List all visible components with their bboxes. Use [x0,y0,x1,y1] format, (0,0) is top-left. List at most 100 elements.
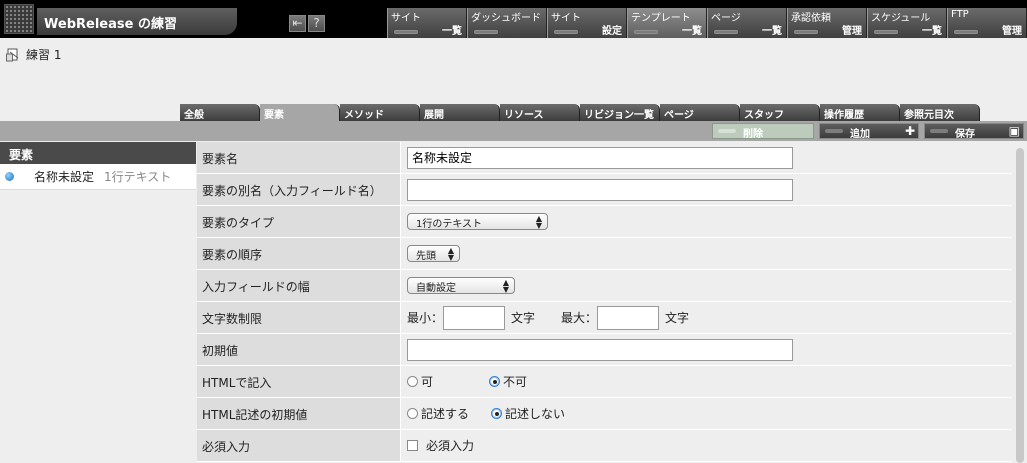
tab-deploy[interactable]: 展開 [420,104,500,121]
nav-label-bottom: 一覧 [922,26,942,37]
template-doc-icon [6,48,19,61]
save-button[interactable]: 保存 ▣ [924,123,1024,140]
nav-ftp[interactable]: FTP 管理 [947,8,1027,38]
element-alias-input[interactable] [407,178,793,201]
element-type: 1行テキスト [104,170,172,184]
form-row-name: 要素名 [197,142,1012,174]
form-row-order: 要素の順序 先頭 ▲ ▼ [197,238,1012,270]
radio-label: 記述する [421,407,470,421]
button-indicator [718,129,736,133]
list-item[interactable]: 名称未設定 1行テキスト [0,164,196,190]
app-title: WebRelease の練習 [44,17,177,32]
html-default-off-radio[interactable] [491,408,503,419]
delete-label: 削除 [743,129,763,140]
tab-staff[interactable]: スタッフ [740,104,820,121]
nav-label-top: サイト [551,13,581,24]
html-allowed-radio[interactable] [407,376,418,387]
floppy-disk-icon: ▣ [1008,124,1020,138]
field-label: 要素のタイプ [197,206,401,237]
nav-indicator [954,30,978,34]
radio-label: 記述しない [505,407,566,421]
nav-label-bottom: 管理 [1002,26,1022,37]
app-logo-icon[interactable] [4,4,34,34]
form-row-type: 要素のタイプ 1行のテキスト ▲ ▼ [197,206,1012,238]
required-checkbox[interactable] [407,440,418,451]
nav-indicator [874,30,898,34]
nav-approval[interactable]: 承認依頼 管理 [787,8,867,38]
tab-resources[interactable]: リソース [500,104,580,121]
scrollbar-thumb[interactable] [1016,148,1024,463]
nav-site-list[interactable]: サイト 一覧 [387,8,467,38]
delete-button[interactable]: 削除 [712,123,814,140]
help-icon[interactable]: ? [308,15,325,32]
tab-history[interactable]: 操作履歴 [820,104,900,121]
main-nav: サイト 一覧 ダッシュボード サイト 設定 テンプレート 一覧 ページ 一覧 承認依頼管… [387,8,1027,38]
breadcrumb-label[interactable]: 練習 1 [26,46,61,63]
button-indicator [825,129,843,133]
element-name: 名称未設定 [34,170,95,184]
nav-label-top: ダッシュボード [471,13,541,24]
tab-general[interactable]: 全般 [180,104,260,121]
nav-indicator [714,30,738,34]
nav-label-bottom: 一覧 [442,26,462,37]
app-title-box: WebRelease の練習 [37,8,237,35]
max-label: 最大： [561,311,598,325]
form-row-required: 必須入力 必須入力 [197,430,1012,462]
radio-label: 可 [421,375,434,389]
tab-pages[interactable]: ページ [660,104,740,121]
element-type-select[interactable]: 1行のテキスト ▲ ▼ [407,213,548,230]
add-label: 追加 [850,129,870,140]
field-label: 入力フィールドの幅 [197,270,401,301]
exit-icon[interactable]: ⇤ [289,15,306,32]
tab-references[interactable]: 参照元目次 [900,104,980,121]
element-list-heading: 要素 [0,142,196,164]
field-width-select[interactable]: 自動設定 ▲ ▼ [407,277,515,294]
select-value: 1行のテキスト [416,219,483,230]
vertical-scrollbar[interactable] [1013,142,1027,463]
select-arrows-icon: ▲ ▼ [535,214,542,230]
nav-indicator [474,30,498,34]
min-label: 最小： [407,311,444,325]
element-name-input[interactable] [407,146,793,169]
max-length-input[interactable] [597,305,660,330]
nav-indicator [794,30,818,34]
element-form: 要素名 要素の別名（入力フィールド名） 要素のタイプ 1行のテキスト ▲▼ 要素… [197,142,1012,462]
field-label: 要素の別名（入力フィールド名） [197,174,401,205]
form-row-html: HTMLで記入 可 不可 [197,366,1012,398]
breadcrumb: 練習 1 [6,46,61,63]
field-label: HTML記述の初期値 [197,398,401,429]
nav-site-settings[interactable]: サイト 設定 [547,8,627,38]
tab-bar: 全般 要素 メソッド 展開 リソース リビジョン一覧 ページ スタッフ 操作履歴… [180,104,980,121]
nav-label-bottom: 管理 [842,26,862,37]
radio-label: 不可 [503,375,528,389]
nav-label-top: 承認依頼 [791,13,831,24]
initial-value-input[interactable] [407,338,793,361]
form-row-width: 入力フィールドの幅 自動設定 ▲ ▼ [197,270,1012,302]
plus-icon: ✚ [904,124,915,138]
nav-schedule[interactable]: スケジュール 一覧 [867,8,947,38]
html-default-on-radio[interactable] [407,408,418,419]
nav-page-list[interactable]: ページ 一覧 [707,8,787,38]
field-label: 初期値 [197,334,401,365]
top-header: WebRelease の練習 ⇤ ? サイト 一覧 ダッシュボード サイト 設定 テ… [0,0,1027,38]
max-unit-label: 文字 [665,311,690,325]
html-not-allowed-radio[interactable] [489,376,501,387]
select-arrows-icon: ▲ ▼ [502,278,509,294]
nav-label-bottom: 一覧 [762,26,782,37]
element-list-panel: 要素 名称未設定 1行テキスト [0,142,196,463]
nav-template-list[interactable]: テンプレート 一覧 [627,8,707,38]
nav-label-bottom: 一覧 [682,26,702,37]
nav-dashboard[interactable]: ダッシュボード [467,8,547,38]
select-value: 自動設定 [416,283,456,294]
add-button[interactable]: 追加 ✚ [819,123,919,140]
min-length-input[interactable] [443,305,506,330]
form-row-limit: 文字数制限 最小： 文字 最大： 文字 [197,302,1012,334]
field-label: HTMLで記入 [197,366,401,397]
button-indicator [930,129,948,133]
nav-indicator [554,30,578,34]
tab-methods[interactable]: メソッド [340,104,420,121]
field-label: 文字数制限 [197,302,401,333]
tab-revisions[interactable]: リビジョン一覧 [580,104,660,121]
element-order-select[interactable]: 先頭 ▲ ▼ [407,245,460,262]
tab-elements[interactable]: 要素 [260,104,340,121]
